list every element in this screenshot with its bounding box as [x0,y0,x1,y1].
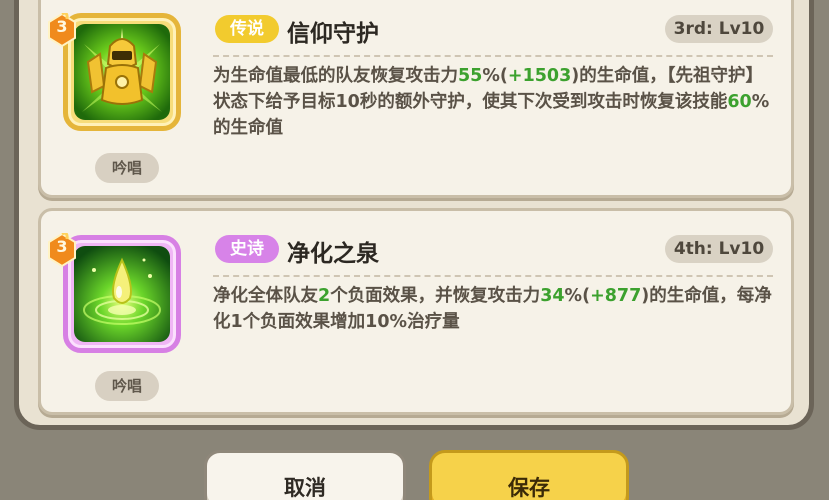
highlight-value: 34 [540,286,565,306]
skill-level: 3rd: Lv10 [665,15,773,43]
skill-icon-frame[interactable] [63,13,181,131]
description-text: 净化全体队友 [213,286,318,306]
description-text: 个负面效果，并恢复攻击力 [330,286,541,306]
purify-spring-icon [74,246,170,342]
highlight-value: +1503 [507,66,572,86]
skill-description: 为生命值最低的队友恢复攻击力55%(+1503)的生命值，【先祖守护】状态下给予… [213,63,779,141]
level-badge: 3 [47,11,77,48]
faith-guard-icon [74,24,170,120]
cancel-button[interactable]: 取消 [204,450,406,500]
highlight-value: 60 [727,92,752,112]
cast-type-chip: 吟唱 [95,153,159,183]
level-badge: 3 [47,231,77,268]
description-text: %( [564,286,591,306]
cast-type-chip: 吟唱 [95,371,159,401]
skill-icon-frame[interactable] [63,235,181,353]
divider [213,55,773,57]
skill-name: 净化之泉 [287,241,379,267]
divider [213,275,773,277]
rarity-badge: 史诗 [215,235,279,263]
description-text: %( [482,66,508,86]
skill-name: 信仰守护 [287,21,379,47]
skill-card-legendary: 3 吟唱 传说 信仰守护 3rd: Lv10 为生命值最低的队友恢复攻击力55%… [38,0,794,198]
save-button[interactable]: 保存 [429,450,629,500]
highlight-value: +877 [590,286,642,306]
skill-level: 4th: Lv10 [665,235,773,263]
skill-description: 净化全体队友2个负面效果，并恢复攻击力34%(+877)的生命值，每净化1个负面… [213,283,779,335]
rarity-badge: 传说 [215,15,279,43]
highlight-value: 55 [458,66,483,86]
highlight-value: 2 [318,286,331,306]
skill-card-epic: 3 吟唱 史诗 净化之泉 4th: Lv10 净化全体队友2个负面效果，并恢复攻… [38,208,794,415]
description-text: 为生命值最低的队友恢复攻击力 [213,66,458,86]
